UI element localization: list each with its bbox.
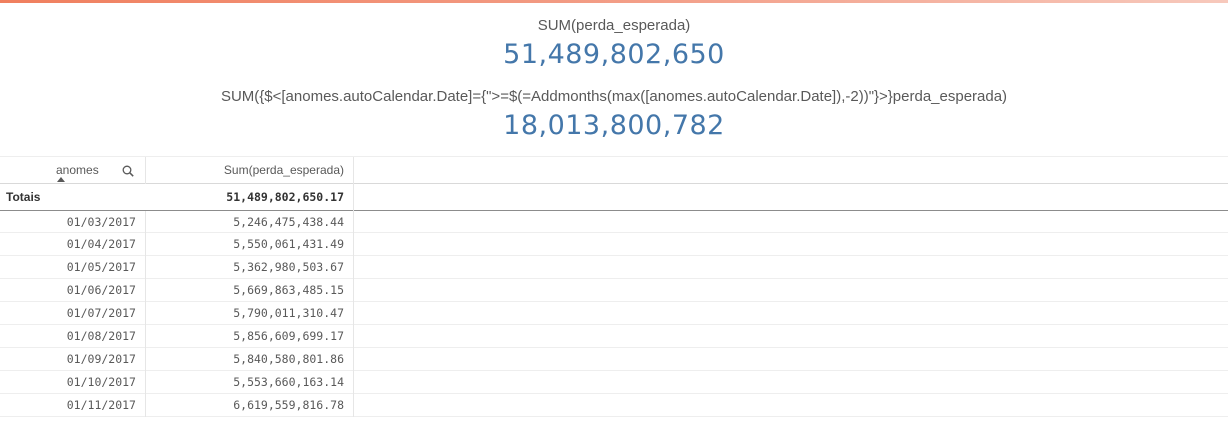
table-row[interactable]: 01/06/2017 5,669,863,485.15 [0,279,1228,302]
row-value: 5,790,011,310.47 [146,302,354,325]
table-row[interactable]: 01/10/2017 5,553,660,163.14 [0,371,1228,394]
table-row[interactable]: 01/03/2017 5,246,475,438.44 [0,211,1228,233]
totals-row: Totais 51,489,802,650.17 [0,184,1228,211]
column-header-sum-perda-esperada[interactable]: Sum(perda_esperada) [146,157,354,184]
table-row[interactable]: 01/07/2017 5,790,011,310.47 [0,302,1228,325]
totals-label: Totais [6,190,41,204]
data-table: anomes Sum(perda_esperada) Totais 51,489… [0,156,1228,417]
kpi-total-label: SUM(perda_esperada) [537,17,691,34]
row-date[interactable]: 01/11/2017 [0,394,146,417]
kpi-last-months-value: 18,013,800,782 [503,110,725,141]
row-date[interactable]: 01/10/2017 [0,371,146,394]
column-header-anomes-label: anomes [56,163,99,177]
table-body: 01/03/2017 5,246,475,438.44 01/04/2017 5,55… [0,211,1228,417]
row-value: 6,619,559,816.78 [146,394,354,417]
table-header: anomes Sum(perda_esperada) [0,156,1228,184]
table-row[interactable]: 01/09/2017 5,840,580,801.86 [0,348,1228,371]
table-row[interactable]: 01/08/2017 5,856,609,699.17 [0,325,1228,348]
row-value: 5,840,580,801.86 [146,348,354,371]
row-date[interactable]: 01/04/2017 [0,233,146,256]
row-value: 5,669,863,485.15 [146,279,354,302]
column-header-anomes[interactable]: anomes [0,157,146,184]
row-date[interactable]: 01/05/2017 [0,256,146,279]
row-date[interactable]: 01/06/2017 [0,279,146,302]
table-row[interactable]: 01/05/2017 5,362,980,503.67 [0,256,1228,279]
kpi-total-value: 51,489,802,650 [503,39,725,70]
kpi-last-months-label: SUM({$<[anomes.autoCalendar.Date]={">=$(… [220,88,1008,105]
search-icon[interactable] [122,165,134,177]
row-date[interactable]: 01/09/2017 [0,348,146,371]
kpi-total[interactable]: SUM(perda_esperada) 51,489,802,650 [0,16,1228,73]
row-date[interactable]: 01/03/2017 [0,211,146,233]
kpi-last-months[interactable]: SUM({$<[anomes.autoCalendar.Date]={">=$(… [0,87,1228,144]
table-row[interactable]: 01/04/2017 5,550,061,431.49 [0,233,1228,256]
row-value: 5,550,061,431.49 [146,233,354,256]
sort-ascending-icon [57,177,65,182]
row-value: 5,553,660,163.14 [146,371,354,394]
row-value: 5,362,980,503.67 [146,256,354,279]
totals-value: 51,489,802,650.17 [146,184,354,211]
table-row[interactable]: 01/11/2017 6,619,559,816.78 [0,394,1228,417]
row-date[interactable]: 01/08/2017 [0,325,146,348]
row-value: 5,246,475,438.44 [146,211,354,233]
top-accent-bar [0,0,1228,3]
row-value: 5,856,609,699.17 [146,325,354,348]
row-date[interactable]: 01/07/2017 [0,302,146,325]
